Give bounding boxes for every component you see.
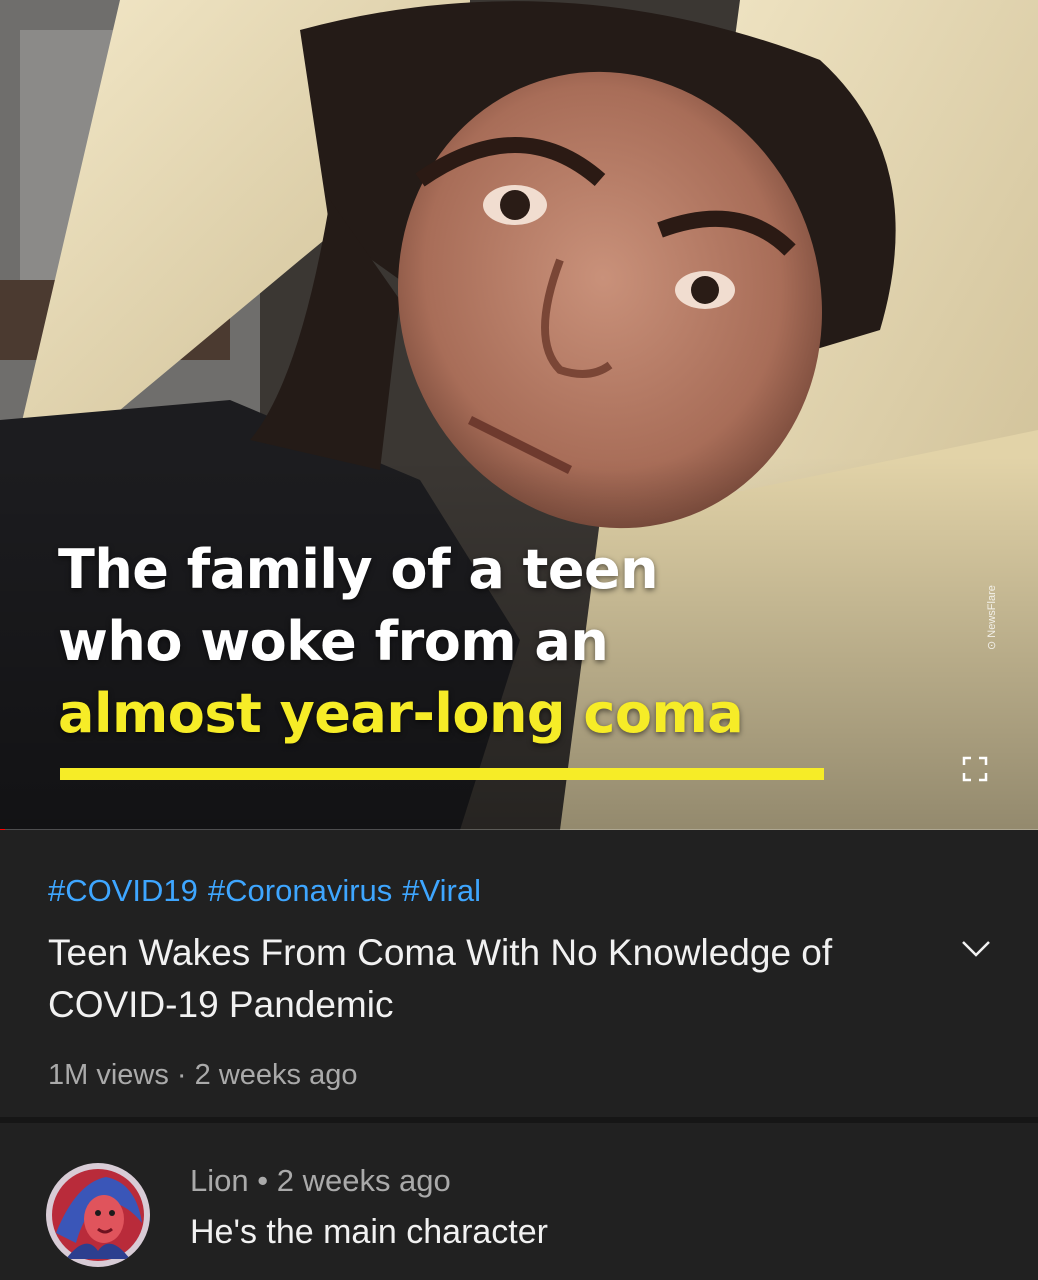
caption-line-1: The family of a teen [58, 538, 659, 601]
comment-meta: Lion • 2 weeks ago [190, 1163, 451, 1199]
progress-bar[interactable] [0, 829, 1038, 830]
chevron-down-icon[interactable] [958, 935, 994, 963]
meta-separator: · [176, 1059, 187, 1091]
watermark-text: NewsFlare [986, 585, 998, 638]
watermark: ⊙ NewsFlare [986, 585, 998, 650]
avatar-image [46, 1163, 150, 1267]
video-player[interactable]: The family of a teen who woke from an al… [0, 0, 1038, 830]
caption-underline [60, 768, 824, 780]
upload-age: 2 weeks ago [194, 1059, 358, 1091]
comment-age: 2 weeks ago [276, 1163, 451, 1198]
hashtag-link[interactable]: #Viral [402, 873, 481, 908]
video-caption: The family of a teen who woke from an al… [58, 534, 744, 750]
video-meta: 1M views · 2 weeks ago [48, 1059, 357, 1092]
hashtag-list: #COVID19 #Coronavirus #Viral [48, 873, 491, 909]
view-count: 1M views [48, 1059, 169, 1091]
avatar[interactable] [46, 1163, 150, 1267]
video-title[interactable]: Teen Wakes From Coma With No Knowledge o… [48, 927, 908, 1031]
progress-bar-fill [0, 829, 6, 830]
caption-line-3-highlight: almost year-long coma [58, 682, 744, 745]
hashtag-link[interactable]: #Coronavirus [208, 873, 392, 908]
comment-author[interactable]: Lion [190, 1163, 249, 1198]
comment-text: He's the main character [190, 1213, 548, 1251]
hashtag-link[interactable]: #COVID19 [48, 873, 198, 908]
video-info: #COVID19 #Coronavirus #Viral Teen Wakes Fr… [0, 833, 1038, 1117]
comment-item: Lion • 2 weeks ago He's the main charact… [0, 1123, 1038, 1280]
comment-meta-separator: • [257, 1163, 269, 1198]
fullscreen-icon[interactable] [961, 755, 989, 783]
caption-line-2: who woke from an [58, 610, 609, 673]
